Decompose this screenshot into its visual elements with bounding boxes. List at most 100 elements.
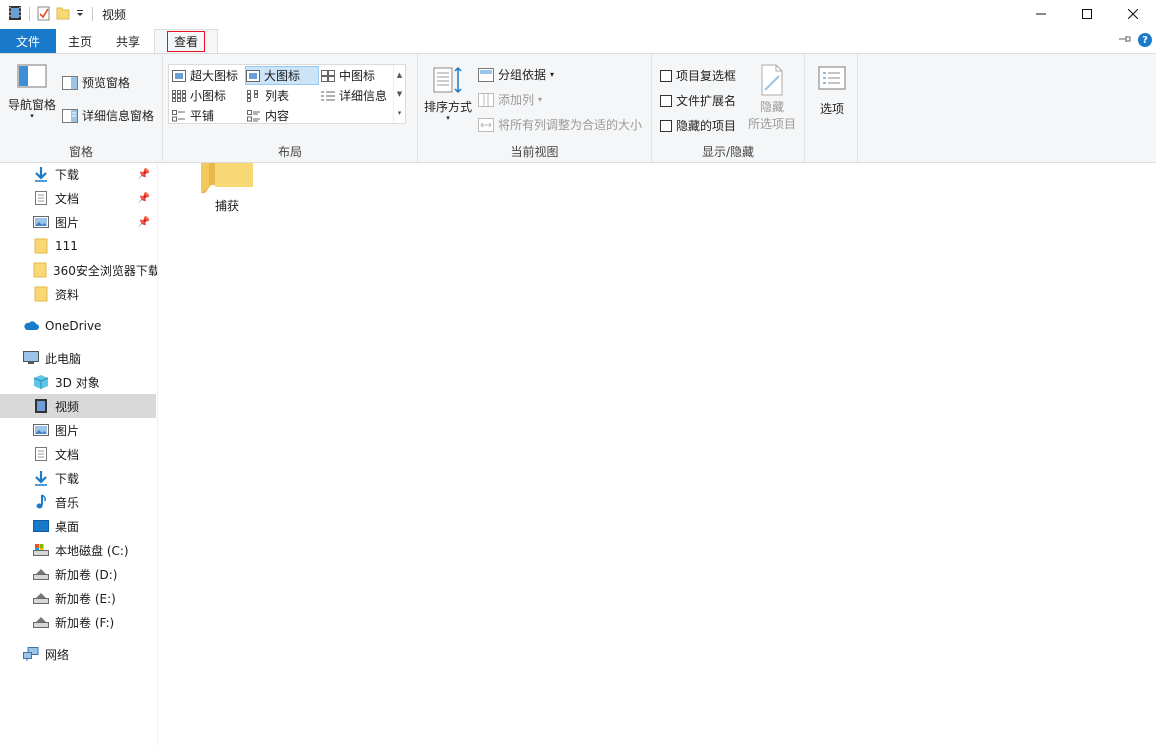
layout-content[interactable]: 内容 xyxy=(247,106,289,125)
sidebar-item-drive-c[interactable]: 本地磁盘 (C:) xyxy=(0,538,156,562)
folder-item-capture[interactable]: 捕获 xyxy=(195,163,259,214)
tab-home[interactable]: 主页 xyxy=(56,29,104,53)
navigation-pane-icon xyxy=(17,64,47,88)
pictures-icon xyxy=(33,214,49,230)
file-extensions-toggle[interactable]: 文件扩展名 xyxy=(660,92,736,109)
medium-icons-label: 中图标 xyxy=(339,69,376,83)
sidebar-item-label: 文档 xyxy=(55,447,80,462)
pin-ribbon-icon[interactable] xyxy=(1118,33,1132,47)
file-extensions-checkbox[interactable] xyxy=(660,94,672,107)
show-hide-group-label: 显示/隐藏 xyxy=(701,145,755,159)
extra-large-icons-icon xyxy=(172,69,186,82)
file-explorer-window: 视频 文件 主页 共享 查看 ? 导航窗格 ▾ 预览窗格 详细信息窗格 窗格 布… xyxy=(0,0,1156,746)
sidebar-item-folder-360-downloads[interactable]: 360安全浏览器下载 xyxy=(0,258,157,282)
sidebar-item-folder-materials[interactable]: 资料 xyxy=(0,282,156,306)
pin-icon[interactable]: 📌 xyxy=(138,193,150,204)
scroll-down-icon[interactable]: ▼ xyxy=(397,90,402,98)
documents-icon xyxy=(33,190,49,206)
item-checkboxes-checkbox[interactable] xyxy=(660,69,672,82)
panes-group: 导航窗格 ▾ 预览窗格 详细信息窗格 窗格 xyxy=(0,54,163,162)
dropdown-arrow-icon: ▾ xyxy=(30,112,34,120)
fit-columns-label: 将所有列调整为合适的大小 xyxy=(498,118,643,132)
layout-medium-icons[interactable]: 中图标 xyxy=(321,66,375,85)
sidebar-item-downloads[interactable]: 下载 xyxy=(0,466,156,490)
sidebar-item-network[interactable]: 网络 xyxy=(0,642,156,666)
minimize-button[interactable] xyxy=(1018,0,1064,28)
sidebar-item-quick-documents[interactable]: 文档 📌 xyxy=(0,186,156,210)
sidebar-item-videos[interactable]: 视频 xyxy=(0,394,156,418)
sort-by-button[interactable]: 排序方式 ▾ xyxy=(424,64,472,122)
preview-pane-label: 预览窗格 xyxy=(82,76,131,90)
sidebar-item-3d-objects[interactable]: 3D 对象 xyxy=(0,370,156,394)
layout-list[interactable]: 列表 xyxy=(247,86,289,105)
pin-icon[interactable]: 📌 xyxy=(138,169,150,180)
layout-large-icons[interactable]: 大图标 xyxy=(245,66,319,85)
options-button[interactable]: 选项 xyxy=(811,66,853,117)
new-folder-icon[interactable] xyxy=(55,5,71,24)
navigation-pane-button[interactable]: 导航窗格 ▾ xyxy=(6,64,58,120)
hidden-items-toggle[interactable]: 隐藏的项目 xyxy=(660,117,736,134)
folder-icon xyxy=(33,286,49,302)
sidebar-item-pictures[interactable]: 图片 xyxy=(0,418,156,442)
tab-file[interactable]: 文件 xyxy=(0,29,56,53)
scroll-up-icon[interactable]: ▲ xyxy=(397,71,402,79)
sidebar-item-onedrive[interactable]: OneDrive xyxy=(0,314,156,338)
show-hide-group: 项目复选框 文件扩展名 隐藏的项目 隐藏 所选项目 显示/隐藏 xyxy=(652,54,805,162)
maximize-button[interactable] xyxy=(1064,0,1110,28)
group-by-icon xyxy=(478,67,494,82)
toolbar-divider xyxy=(92,7,93,21)
sidebar-item-desktop[interactable]: 桌面 xyxy=(0,514,156,538)
sidebar-item-this-pc[interactable]: 此电脑 xyxy=(0,346,156,370)
window-title: 视频 xyxy=(102,7,127,22)
group-by-button[interactable]: 分组依据 ▾ xyxy=(478,66,554,83)
expand-gallery-icon[interactable]: ▾ xyxy=(398,109,402,117)
add-columns-button[interactable]: 添加列 ▾ xyxy=(478,91,542,108)
customize-qat-icon[interactable] xyxy=(75,7,85,21)
maximize-icon xyxy=(1082,9,1092,19)
close-button[interactable] xyxy=(1110,0,1156,28)
sidebar-item-quick-pictures[interactable]: 图片 📌 xyxy=(0,210,156,234)
layout-gallery-scroll[interactable]: ▲ ▼ ▾ xyxy=(393,65,405,123)
extra-large-icons-label: 超大图标 xyxy=(190,69,239,83)
sidebar-item-drive-e[interactable]: 新加卷 (E:) xyxy=(0,586,156,610)
preview-pane-button[interactable]: 预览窗格 xyxy=(62,74,130,91)
folder-icon xyxy=(33,238,49,254)
sidebar-item-drive-d[interactable]: 新加卷 (D:) xyxy=(0,562,156,586)
navigation-pane-label: 导航窗格 xyxy=(7,98,56,112)
ribbon-controls: ? xyxy=(1118,33,1152,47)
layout-extra-large-icons[interactable]: 超大图标 xyxy=(172,66,238,85)
folder-icon xyxy=(33,262,47,278)
current-view-group: 排序方式 ▾ 分组依据 ▾ 添加列 ▾ 将所有列调整为合适的大小 当前视图 xyxy=(418,54,652,162)
properties-icon[interactable] xyxy=(37,5,51,24)
layout-tiles[interactable]: 平铺 xyxy=(172,106,214,125)
group-by-label: 分组依据 xyxy=(498,68,547,82)
hide-selected-button[interactable]: 隐藏 所选项目 xyxy=(744,64,800,132)
item-checkboxes-toggle[interactable]: 项目复选框 xyxy=(660,67,736,84)
toolbar-divider xyxy=(29,7,30,21)
details-pane-label: 详细信息窗格 xyxy=(82,109,155,123)
sidebar-item-quick-downloads[interactable]: 下载 📌 xyxy=(0,163,156,186)
layout-small-icons[interactable]: 小图标 xyxy=(172,86,226,105)
tab-share[interactable]: 共享 xyxy=(104,29,152,53)
onedrive-cloud-icon xyxy=(23,318,39,334)
help-icon[interactable]: ? xyxy=(1138,33,1152,47)
add-columns-label: 添加列 xyxy=(498,93,535,107)
options-icon xyxy=(818,66,846,90)
pin-icon[interactable]: 📌 xyxy=(138,217,150,228)
tab-view[interactable]: 查看 xyxy=(154,29,219,53)
small-icons-label: 小图标 xyxy=(190,89,227,103)
sidebar-item-documents[interactable]: 文档 xyxy=(0,442,156,466)
desktop-icon xyxy=(33,518,49,534)
tiles-label: 平铺 xyxy=(190,109,215,123)
sidebar-item-label: 新加卷 (D:) xyxy=(55,567,118,582)
large-icons-label: 大图标 xyxy=(264,69,301,83)
hidden-items-checkbox[interactable] xyxy=(660,119,672,132)
details-pane-button[interactable]: 详细信息窗格 xyxy=(62,107,154,124)
layout-details[interactable]: 详细信息 xyxy=(321,86,387,105)
panes-group-label: 窗格 xyxy=(68,145,93,159)
sidebar-item-drive-f[interactable]: 新加卷 (F:) xyxy=(0,610,156,634)
sidebar-item-folder-111[interactable]: 111 xyxy=(0,234,156,258)
fit-columns-button[interactable]: 将所有列调整为合适的大小 xyxy=(478,116,642,133)
sidebar-item-label: 本地磁盘 (C:) xyxy=(55,543,129,558)
sidebar-item-music[interactable]: 音乐 xyxy=(0,490,156,514)
